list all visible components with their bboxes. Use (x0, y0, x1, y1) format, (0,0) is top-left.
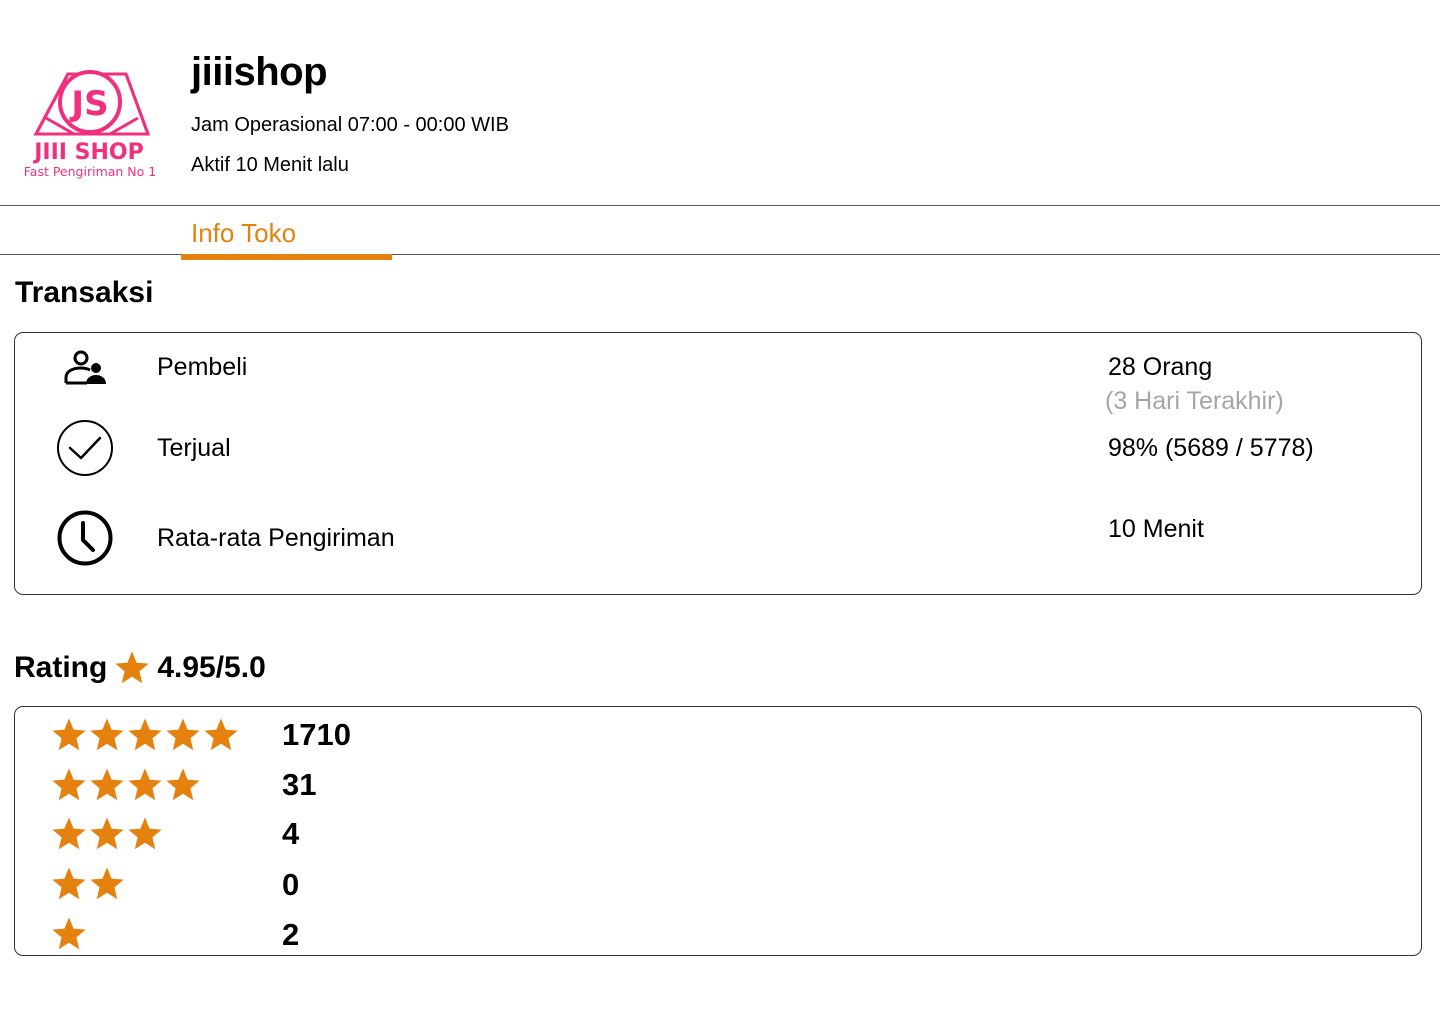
star-icon (52, 867, 86, 900)
operating-hours: Jam Operasional 07:00 - 00:00 WIB (191, 114, 509, 136)
last-active: Aktif 10 Menit lalu (191, 154, 349, 176)
buyers-icon (63, 349, 109, 387)
star-icon (204, 718, 238, 751)
row-label-pembeli: Pembeli (157, 353, 248, 381)
tab-info-toko[interactable]: Info Toko (181, 216, 392, 260)
clock-icon (56, 509, 114, 567)
rating-2-stars (50, 865, 126, 903)
logo-tagline: Fast Pengiriman No 1 (24, 164, 156, 179)
rating-3-count: 4 (282, 816, 300, 851)
star-icon (90, 817, 124, 850)
star-icon (128, 718, 162, 751)
star-icon (52, 817, 86, 850)
rating-5-count: 1710 (282, 717, 351, 752)
transaksi-title: Transaksi (15, 276, 154, 309)
row-sub-pembeli: (3 Hari Terakhir) (1105, 387, 1284, 415)
row-label-pengiriman: Rata-rata Pengiriman (157, 524, 395, 552)
rating-title: Rating (14, 651, 108, 684)
rating-card: 1710 31 4 0 2 (14, 706, 1422, 956)
star-icon (166, 768, 200, 801)
rating-score: 4.95/5.0 (157, 651, 266, 684)
tab-label: Info Toko (191, 218, 297, 248)
star-icon (128, 817, 162, 850)
tab-divider-top (0, 205, 1440, 206)
star-icon (128, 768, 162, 801)
tab-active-indicator (181, 254, 392, 260)
shop-logo: JS JIII SHOP Fast Pengiriman No 1 (14, 66, 174, 182)
star-icon (90, 718, 124, 751)
star-icon (52, 768, 86, 801)
shop-name: jiiishop (191, 50, 328, 94)
row-value-pengiriman: 10 Menit (1108, 515, 1204, 543)
star-icon (52, 917, 86, 950)
star-icon (90, 867, 124, 900)
rating-4-count: 31 (282, 767, 317, 802)
rating-3-stars (50, 815, 164, 853)
row-value-pembeli: 28 Orang (1108, 353, 1213, 381)
rating-1-stars (50, 915, 88, 953)
rating-heading: Rating 4.95/5.0 (14, 646, 266, 690)
rating-1-count: 2 (282, 917, 300, 952)
star-icon (90, 768, 124, 801)
star-icon (115, 651, 149, 684)
logo-initials: JS (69, 84, 108, 124)
star-icon (166, 718, 200, 751)
transaksi-card: Pembeli 28 Orang (3 Hari Terakhir) Terju… (14, 332, 1422, 595)
star-icon (52, 718, 86, 751)
check-circle-icon (56, 419, 114, 477)
row-label-terjual: Terjual (157, 434, 231, 462)
rating-4-stars (50, 766, 202, 804)
rating-2-count: 0 (282, 867, 300, 902)
rating-5-stars (50, 716, 240, 754)
logo-name: JIII SHOP (32, 140, 143, 165)
row-value-terjual: 98% (5689 / 5778) (1108, 434, 1314, 462)
